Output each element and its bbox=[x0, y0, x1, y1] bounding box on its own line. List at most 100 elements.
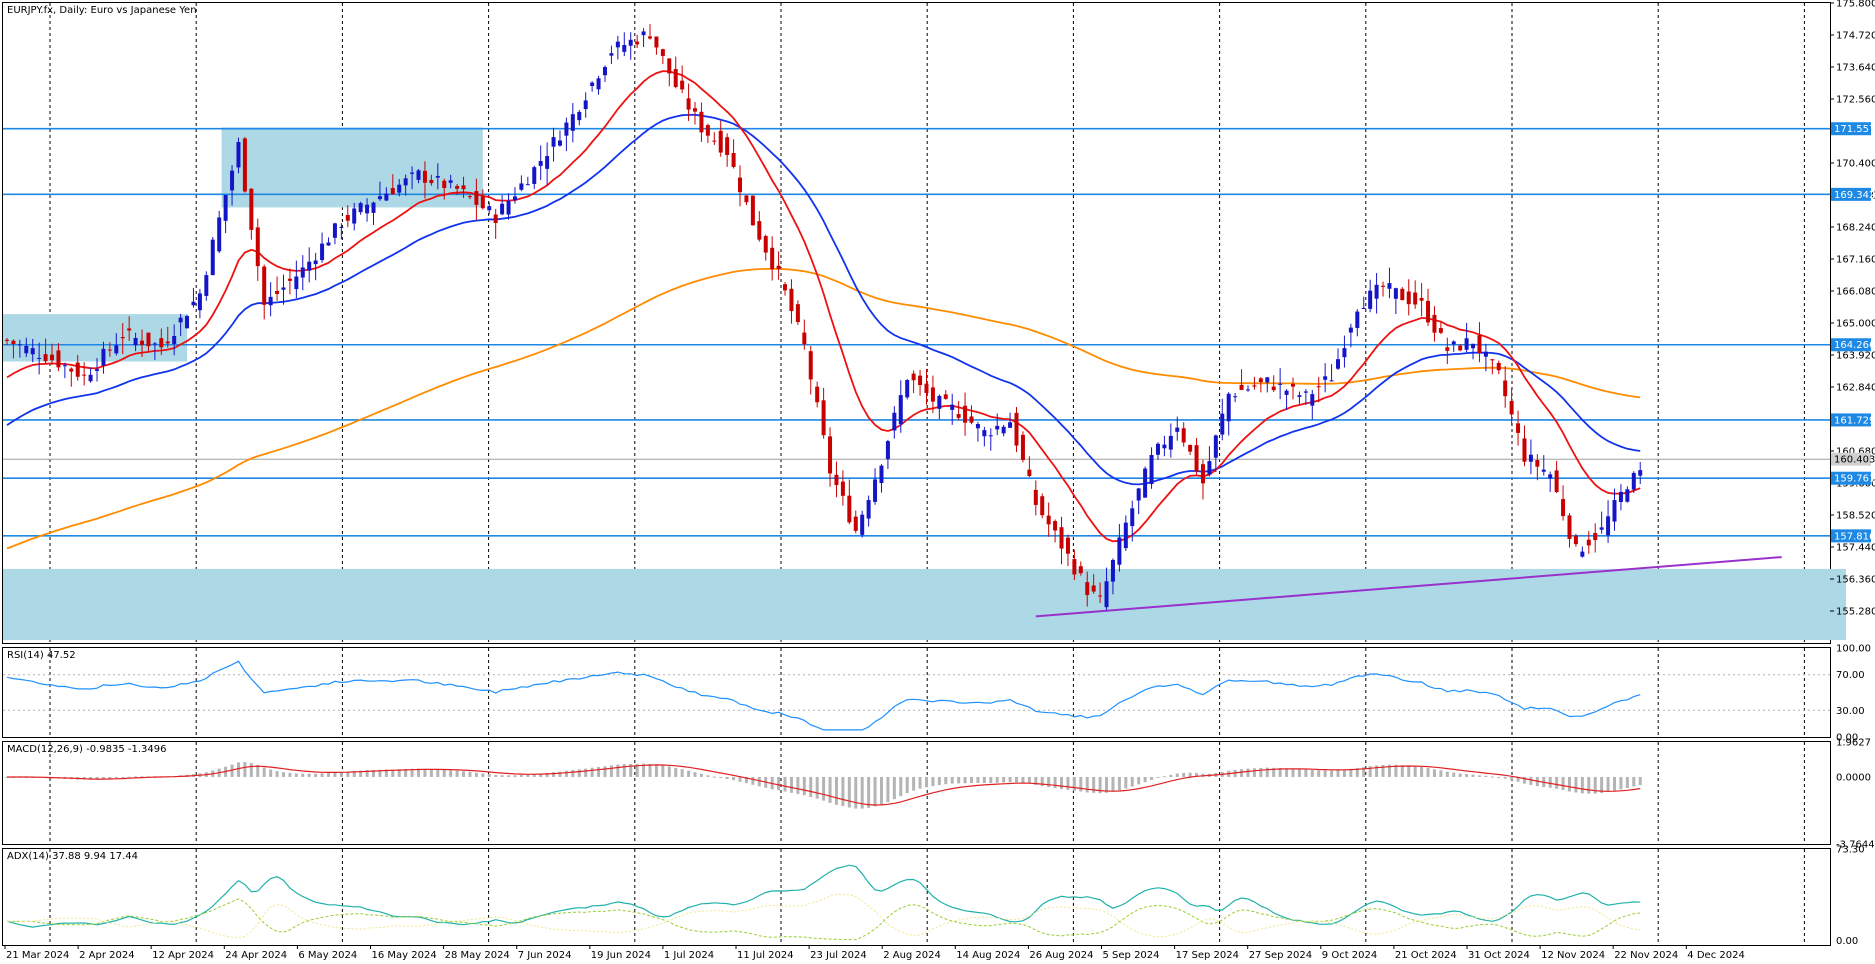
candle-body bbox=[918, 375, 923, 386]
candle-body bbox=[88, 374, 93, 382]
candle-body bbox=[1586, 539, 1591, 546]
candle-body bbox=[1188, 444, 1193, 452]
level-price-tag-label: 161.729 bbox=[1834, 415, 1875, 426]
di-plus-line bbox=[7, 898, 1641, 941]
candle-body bbox=[294, 276, 299, 290]
time-tick-label: 7 Jun 2024 bbox=[518, 950, 572, 961]
candle-body bbox=[56, 350, 61, 368]
candle-body bbox=[197, 293, 202, 311]
time-tick-label: 16 May 2024 bbox=[372, 950, 437, 961]
candle-body bbox=[403, 178, 408, 186]
macd-histogram-bar bbox=[957, 776, 961, 784]
candle-body bbox=[1426, 300, 1431, 323]
candle-body bbox=[82, 374, 87, 376]
macd-histogram-bar bbox=[1265, 767, 1269, 777]
candle-body bbox=[107, 349, 112, 351]
price-tick-label: 157.440 bbox=[1836, 543, 1875, 554]
candle-body bbox=[1098, 595, 1103, 597]
macd-histogram-bar bbox=[449, 770, 453, 777]
macd-title: MACD(12,26,9) -0.9835 -1.3496 bbox=[7, 744, 167, 755]
macd-histogram-bar bbox=[314, 773, 318, 777]
macd-histogram-bar bbox=[590, 767, 594, 777]
candle-body bbox=[770, 247, 775, 270]
macd-histogram-bar bbox=[789, 776, 793, 793]
macd-histogram-bar bbox=[815, 776, 819, 799]
candle-body bbox=[821, 400, 826, 436]
level-price-tag-label: 164.266 bbox=[1834, 340, 1875, 351]
candle-body bbox=[101, 348, 106, 366]
macd-histogram-bar bbox=[751, 776, 755, 785]
candle-body bbox=[609, 53, 614, 56]
candle-body bbox=[69, 368, 74, 372]
macd-histogram-bar bbox=[281, 772, 285, 777]
macd-histogram-bar bbox=[526, 774, 530, 777]
macd-histogram-bar bbox=[1638, 776, 1642, 786]
macd-indicator bbox=[5, 762, 1642, 809]
candle-body bbox=[1239, 384, 1244, 390]
candle-body bbox=[1008, 422, 1013, 428]
candlesticks bbox=[5, 24, 1643, 612]
macd-histogram-bar bbox=[1021, 776, 1025, 783]
time-tick-label: 11 Jul 2024 bbox=[737, 950, 794, 961]
candle-body bbox=[738, 177, 743, 193]
candle-body bbox=[1496, 362, 1501, 371]
candle-body bbox=[1541, 469, 1546, 472]
candle-body bbox=[1162, 444, 1167, 449]
macd-histogram-bar bbox=[1188, 772, 1192, 777]
candle-body bbox=[262, 266, 267, 305]
macd-histogram-bar bbox=[841, 776, 845, 807]
candle-body bbox=[1554, 470, 1559, 492]
macd-histogram-bar bbox=[822, 776, 826, 801]
macd-histogram-bar bbox=[320, 773, 324, 777]
candle-body bbox=[1233, 396, 1238, 398]
candle-body bbox=[963, 405, 968, 423]
candle-body bbox=[11, 340, 16, 345]
indicator-tick-label: 0.00 bbox=[1836, 936, 1858, 947]
macd-histogram-bar bbox=[1561, 776, 1565, 790]
macd-histogram-bar bbox=[1484, 775, 1488, 777]
candle-body bbox=[924, 383, 929, 393]
pane-titles: EURJPY.fx, Daily: Euro vs Japanese Yen R… bbox=[7, 5, 197, 862]
candle-body bbox=[795, 304, 800, 322]
time-tick-label: 19 Jun 2024 bbox=[591, 950, 651, 961]
macd-histogram-bar bbox=[1117, 776, 1121, 791]
candle-body bbox=[236, 142, 241, 168]
candle-body bbox=[1291, 383, 1295, 387]
candle-body bbox=[731, 152, 736, 167]
candle-body bbox=[840, 481, 845, 496]
candle-body bbox=[879, 465, 884, 484]
candle-body bbox=[416, 170, 421, 180]
rsi-indicator bbox=[3, 660, 1830, 731]
macd-histogram-bar bbox=[680, 769, 684, 777]
candle-body bbox=[390, 188, 395, 195]
macd-histogram-bar bbox=[500, 775, 504, 777]
candle-body bbox=[448, 180, 453, 183]
trading-chart[interactable]: 175.800 174.720 173.640 172.560 170.400 169.3… bbox=[0, 0, 1875, 964]
support-zone bbox=[3, 568, 1846, 641]
candle-body bbox=[1065, 537, 1070, 554]
macd-histogram-bar bbox=[892, 776, 896, 800]
candle-body bbox=[673, 69, 678, 88]
candle-body bbox=[435, 176, 440, 178]
macd-histogram-bar bbox=[905, 776, 909, 794]
candle-body bbox=[1567, 515, 1572, 540]
macd-histogram-bar bbox=[982, 776, 986, 783]
candle-body bbox=[660, 49, 665, 56]
macd-histogram-bar bbox=[918, 776, 922, 789]
candle-body bbox=[371, 202, 376, 213]
candle-body bbox=[686, 98, 691, 110]
price-tick-label: 158.520 bbox=[1836, 511, 1875, 522]
candle-body bbox=[223, 194, 228, 221]
candle-body bbox=[1297, 395, 1302, 397]
candle-body bbox=[467, 196, 472, 198]
candle-body bbox=[62, 365, 67, 367]
candle-body bbox=[1284, 390, 1289, 395]
macd-histogram-bar bbox=[1342, 769, 1346, 777]
macd-histogram-bar bbox=[648, 763, 652, 777]
macd-histogram-bar bbox=[924, 776, 928, 788]
candle-body bbox=[300, 267, 305, 278]
candle-body bbox=[1226, 393, 1231, 422]
candle-body bbox=[230, 170, 235, 191]
candle-body bbox=[1548, 474, 1553, 479]
candle-body bbox=[345, 215, 350, 221]
